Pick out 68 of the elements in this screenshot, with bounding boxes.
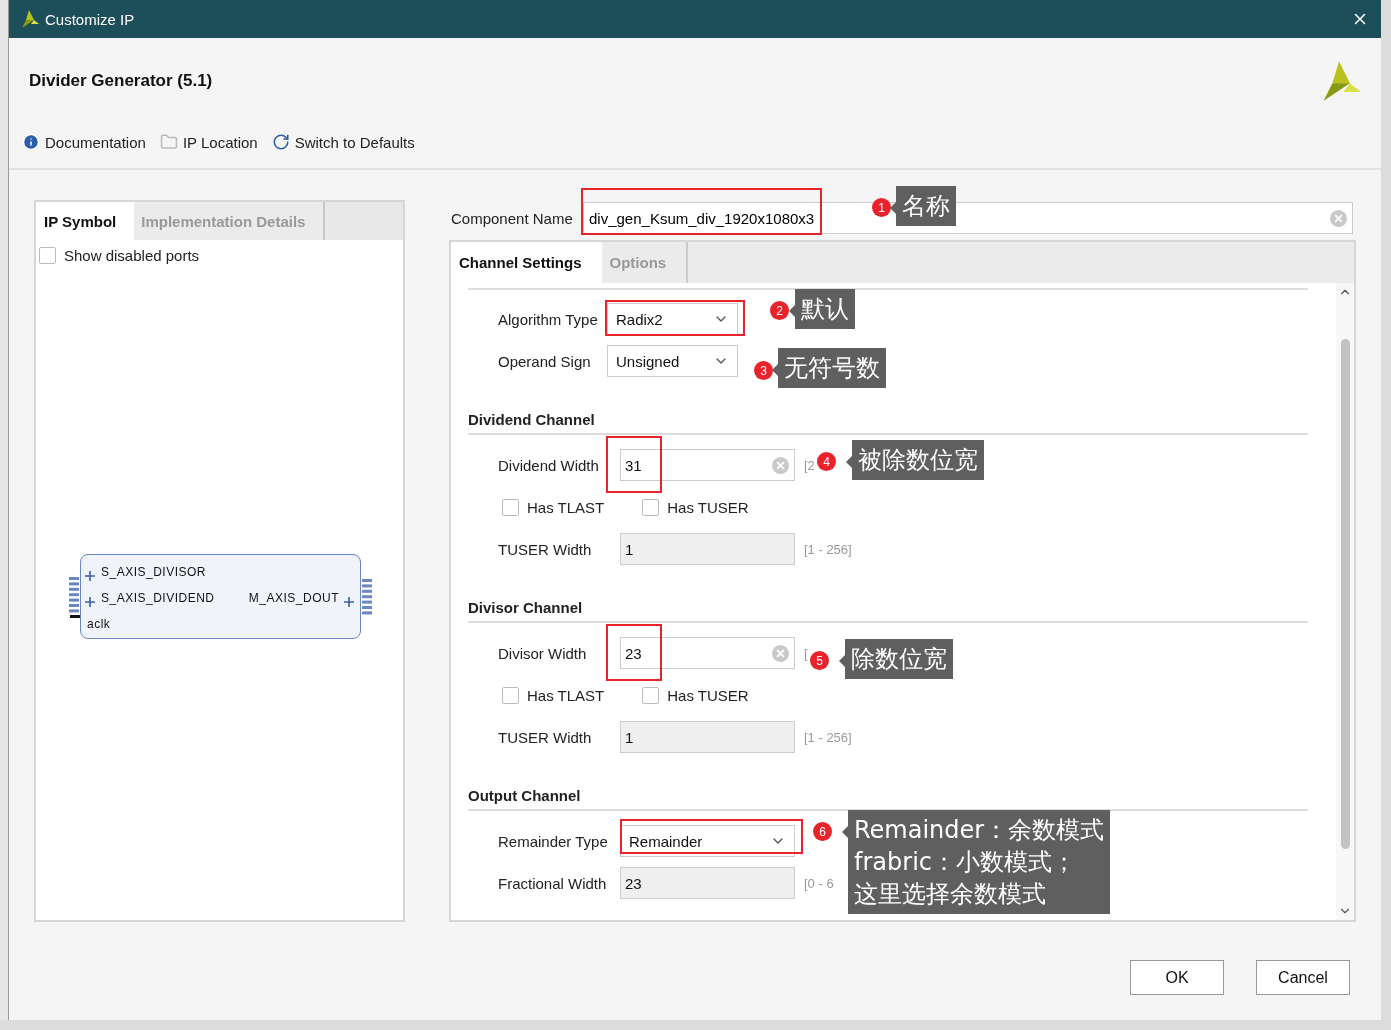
toolbar-button[interactable]: Documentation [22,133,146,151]
range-hint: [2 [804,457,815,473]
field-label: Component Name [450,209,574,227]
checkbox-label: Has TLAST [527,498,605,516]
dialog-button[interactable]: Cancel [1256,960,1350,995]
info-icon [22,133,40,151]
window-title: Customize IP [45,10,136,28]
field-label: TUSER Width [498,728,593,746]
checkbox-label: Has TUSER [667,686,749,704]
range-hint: [0 - 6 [804,875,834,891]
annotation-callout: Remainder：余数模式 frabric：小数模式； 这里选择余数模式 [842,810,1111,914]
plus-icon[interactable] [85,596,95,607]
field-label: Fractional Width [498,874,608,892]
number-field[interactable]: 1 [620,533,795,565]
field-label: Algorithm Type [498,310,599,328]
annotation-callout: 默认 [789,289,855,329]
checkbox[interactable] [502,686,519,704]
checkbox-label: Has TLAST [527,686,605,704]
clear-icon[interactable] [1329,208,1348,228]
checkbox[interactable] [39,247,56,264]
field-label: TUSER Width [498,540,593,558]
dialog-button[interactable]: OK [1130,960,1224,995]
checkbox[interactable] [502,498,519,516]
field-label: Dividend Width [498,456,600,474]
dialog-title: Divider Generator (5.1) [29,71,213,91]
field-label: Remainder Type [498,832,609,850]
range-hint: [1 - 256] [804,729,852,745]
field-label: Operand Sign [498,352,592,370]
field-label: Divisor Width [498,644,588,662]
section-title: Divisor Channel [468,599,1308,623]
checkbox-label: Show disabled ports [64,247,200,264]
port-label: S_AXIS_DIVISOR [101,565,208,581]
plus-icon[interactable] [344,596,354,607]
checkbox[interactable] [642,498,660,516]
port-label: M_AXIS_DOUT [248,591,339,607]
range-hint: [1 - 256] [804,541,852,557]
logo-icon [19,9,39,29]
number-field[interactable]: 23 [620,867,795,899]
clock-pin-icon [70,614,80,619]
section-title: Dividend Channel [468,411,1308,435]
annotation-callout: 除数位宽 [839,639,953,679]
number-field[interactable]: 31 [620,449,795,481]
clock-label: aclk [87,617,112,633]
toolbar-button[interactable]: Switch to Defaults [271,133,415,151]
annotation-callout: 无符号数 [772,348,886,388]
scrollbar[interactable] [1336,283,1354,920]
highlight-frame [606,436,662,493]
section-title: Output Channel [468,787,1308,811]
dropdown[interactable]: Unsigned [607,345,738,377]
port-label: S_AXIS_DIVIDEND [101,591,216,607]
clear-icon[interactable] [771,455,790,475]
number-field[interactable]: 23 [620,637,795,669]
clear-icon[interactable] [771,643,790,663]
dropdown[interactable]: Radix2 [607,303,738,335]
highlight-frame [606,624,662,681]
checkbox[interactable] [642,686,660,704]
number-field[interactable]: 1 [620,721,795,753]
range-hint: [ [804,645,808,661]
panel-tab[interactable]: IP Symbol [36,202,135,240]
annotation-callout: 名称 [890,186,956,226]
folder-icon [159,133,178,151]
annotation-callout: 被除数位宽 [846,440,984,480]
checkbox-label: Has TUSER [667,498,749,516]
plus-icon[interactable] [85,570,95,581]
toolbar-button[interactable]: IP Location [159,133,258,151]
refresh-icon [271,133,290,151]
dropdown[interactable]: Remainder [620,825,795,857]
settings-tab[interactable]: Channel Settings [451,242,602,283]
